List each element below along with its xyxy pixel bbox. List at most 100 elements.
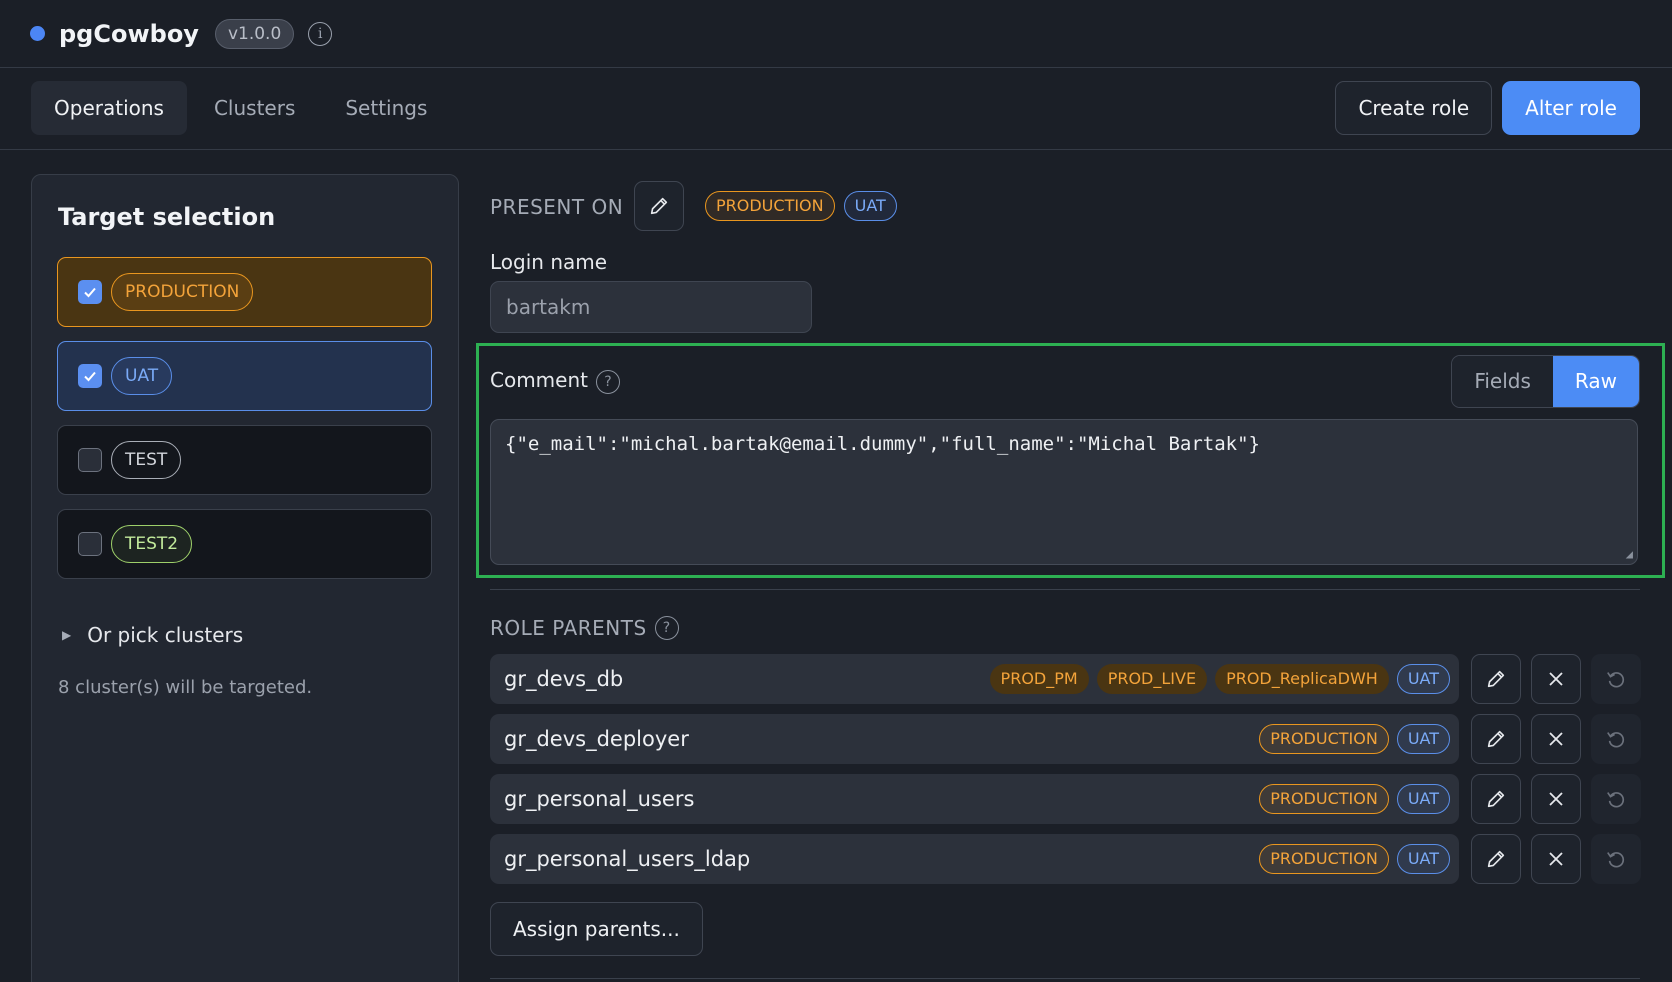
role-parents-label: ROLE PARENTS (490, 616, 647, 640)
nav-actions: Create role Alter role (1335, 81, 1640, 135)
close-icon (1549, 852, 1563, 866)
target-uat[interactable]: UAT (57, 341, 432, 411)
cluster-tag: UAT (1396, 724, 1450, 754)
help-icon[interactable]: ? (654, 616, 679, 640)
cluster-tag: PRODUCTION (1259, 844, 1389, 874)
target-checkbox[interactable] (78, 532, 102, 556)
cluster-tag: PRODUCTION (1259, 784, 1389, 814)
app-title: pgCowboy (59, 19, 199, 48)
pick-clusters-toggle[interactable]: ▶ Or pick clusters (62, 623, 243, 647)
fields-mode-button[interactable]: Fields (1452, 356, 1553, 407)
close-icon (1549, 792, 1563, 806)
comment-section: Comment? Fields Raw {"e_mail":"michal.ba… (476, 343, 1665, 578)
cluster-tag: PROD_PM (989, 664, 1089, 694)
help-icon[interactable]: ? (596, 369, 620, 394)
edit-parent-button[interactable] (1471, 654, 1521, 704)
target-tag: UAT (111, 357, 173, 395)
edit-present-on-button[interactable] (634, 181, 684, 231)
target-checkbox[interactable] (78, 280, 102, 304)
section-divider (490, 978, 1640, 979)
resize-grip-icon[interactable]: ◢ (1626, 547, 1633, 561)
role-parent-name: gr_personal_users (504, 787, 695, 811)
target-checkbox[interactable] (78, 364, 102, 388)
comment-value: {"e_mail":"michal.bartak@email.dummy","f… (505, 433, 1260, 455)
undo-icon (1607, 792, 1625, 808)
pick-clusters-label: Or pick clusters (87, 623, 244, 647)
cluster-tag: PRODUCTION (1259, 724, 1389, 754)
login-name-input[interactable]: bartakm (490, 281, 812, 333)
section-divider (490, 589, 1640, 590)
role-parent-tags: PRODUCTION UAT (1259, 844, 1450, 874)
edit-parent-button[interactable] (1471, 774, 1521, 824)
app-header: pgCowboy v1.0.0 i (0, 0, 1672, 68)
cluster-tag: PROD_ReplicaDWH (1215, 664, 1389, 694)
role-parent-tags: PRODUCTION UAT (1259, 724, 1450, 754)
cluster-tag: UAT (1396, 844, 1450, 874)
role-parent-tags: PRODUCTION UAT (1259, 784, 1450, 814)
comment-label-row: Comment? (490, 368, 620, 394)
present-tag-uat: UAT (843, 191, 897, 221)
edit-parent-button[interactable] (1471, 714, 1521, 764)
target-selection-panel: Target selection PRODUCTION UAT TEST TES… (31, 174, 459, 982)
target-test2[interactable]: TEST2 (57, 509, 432, 579)
role-parent-name: gr_devs_db (504, 667, 624, 691)
role-parent-row: gr_devs_deployer PRODUCTION UAT (490, 714, 1459, 764)
pencil-icon (650, 197, 668, 215)
comment-label: Comment (490, 368, 588, 392)
panel-title: Target selection (58, 203, 276, 231)
revert-parent-button[interactable] (1591, 714, 1641, 764)
pencil-icon (1487, 670, 1505, 688)
role-parent-name: gr_personal_users_ldap (504, 847, 751, 871)
assign-parents-button[interactable]: Assign parents... (490, 902, 703, 956)
target-checkbox[interactable] (78, 448, 102, 472)
info-icon[interactable]: i (308, 21, 333, 46)
undo-icon (1607, 672, 1625, 688)
remove-parent-button[interactable] (1531, 834, 1581, 884)
role-parent-row: gr_personal_users_ldap PRODUCTION UAT (490, 834, 1459, 884)
remove-parent-button[interactable] (1531, 654, 1581, 704)
revert-parent-button[interactable] (1591, 654, 1641, 704)
nav-bar: Operations Clusters Settings Create role… (0, 69, 1672, 150)
caret-right-icon: ▶ (62, 628, 72, 642)
role-parent-tags: PROD_PM PROD_LIVE PROD_ReplicaDWH UAT (989, 664, 1450, 694)
close-icon (1549, 672, 1563, 686)
target-production[interactable]: PRODUCTION (57, 257, 432, 327)
alter-role-button[interactable]: Alter role (1502, 81, 1640, 135)
cluster-tag: UAT (1396, 664, 1450, 694)
raw-mode-button[interactable]: Raw (1552, 356, 1639, 407)
check-icon (84, 371, 96, 382)
revert-parent-button[interactable] (1591, 774, 1641, 824)
remove-parent-button[interactable] (1531, 774, 1581, 824)
role-parent-row: gr_personal_users PRODUCTION UAT (490, 774, 1459, 824)
tab-operations[interactable]: Operations (31, 81, 187, 135)
present-on-label: PRESENT ON (490, 195, 624, 219)
main-tabs: Operations Clusters Settings (31, 81, 450, 135)
pencil-icon (1487, 730, 1505, 748)
check-icon (84, 287, 96, 298)
close-icon (1549, 732, 1563, 746)
tab-clusters[interactable]: Clusters (191, 81, 318, 135)
cluster-tag: PROD_LIVE (1096, 664, 1208, 694)
target-tag: PRODUCTION (111, 273, 254, 311)
remove-parent-button[interactable] (1531, 714, 1581, 764)
version-badge: v1.0.0 (214, 18, 295, 49)
target-count-text: 8 cluster(s) will be targeted. (58, 677, 313, 698)
role-parent-row: gr_devs_db PROD_PM PROD_LIVE PROD_Replic… (490, 654, 1459, 704)
target-tag: TEST2 (111, 525, 193, 563)
revert-parent-button[interactable] (1591, 834, 1641, 884)
undo-icon (1607, 732, 1625, 748)
login-name-label: Login name (490, 250, 608, 274)
comment-textarea[interactable]: {"e_mail":"michal.bartak@email.dummy","f… (490, 419, 1638, 565)
target-tag: TEST (111, 441, 182, 479)
cluster-tag: UAT (1396, 784, 1450, 814)
comment-mode-toggle: Fields Raw (1451, 355, 1640, 408)
tab-settings[interactable]: Settings (322, 81, 450, 135)
status-dot-icon (30, 26, 45, 41)
present-on-tags: PRODUCTION UAT (705, 191, 897, 221)
create-role-button[interactable]: Create role (1335, 81, 1493, 135)
pencil-icon (1487, 790, 1505, 808)
target-test[interactable]: TEST (57, 425, 432, 495)
edit-parent-button[interactable] (1471, 834, 1521, 884)
role-parent-name: gr_devs_deployer (504, 727, 689, 751)
pencil-icon (1487, 850, 1505, 868)
